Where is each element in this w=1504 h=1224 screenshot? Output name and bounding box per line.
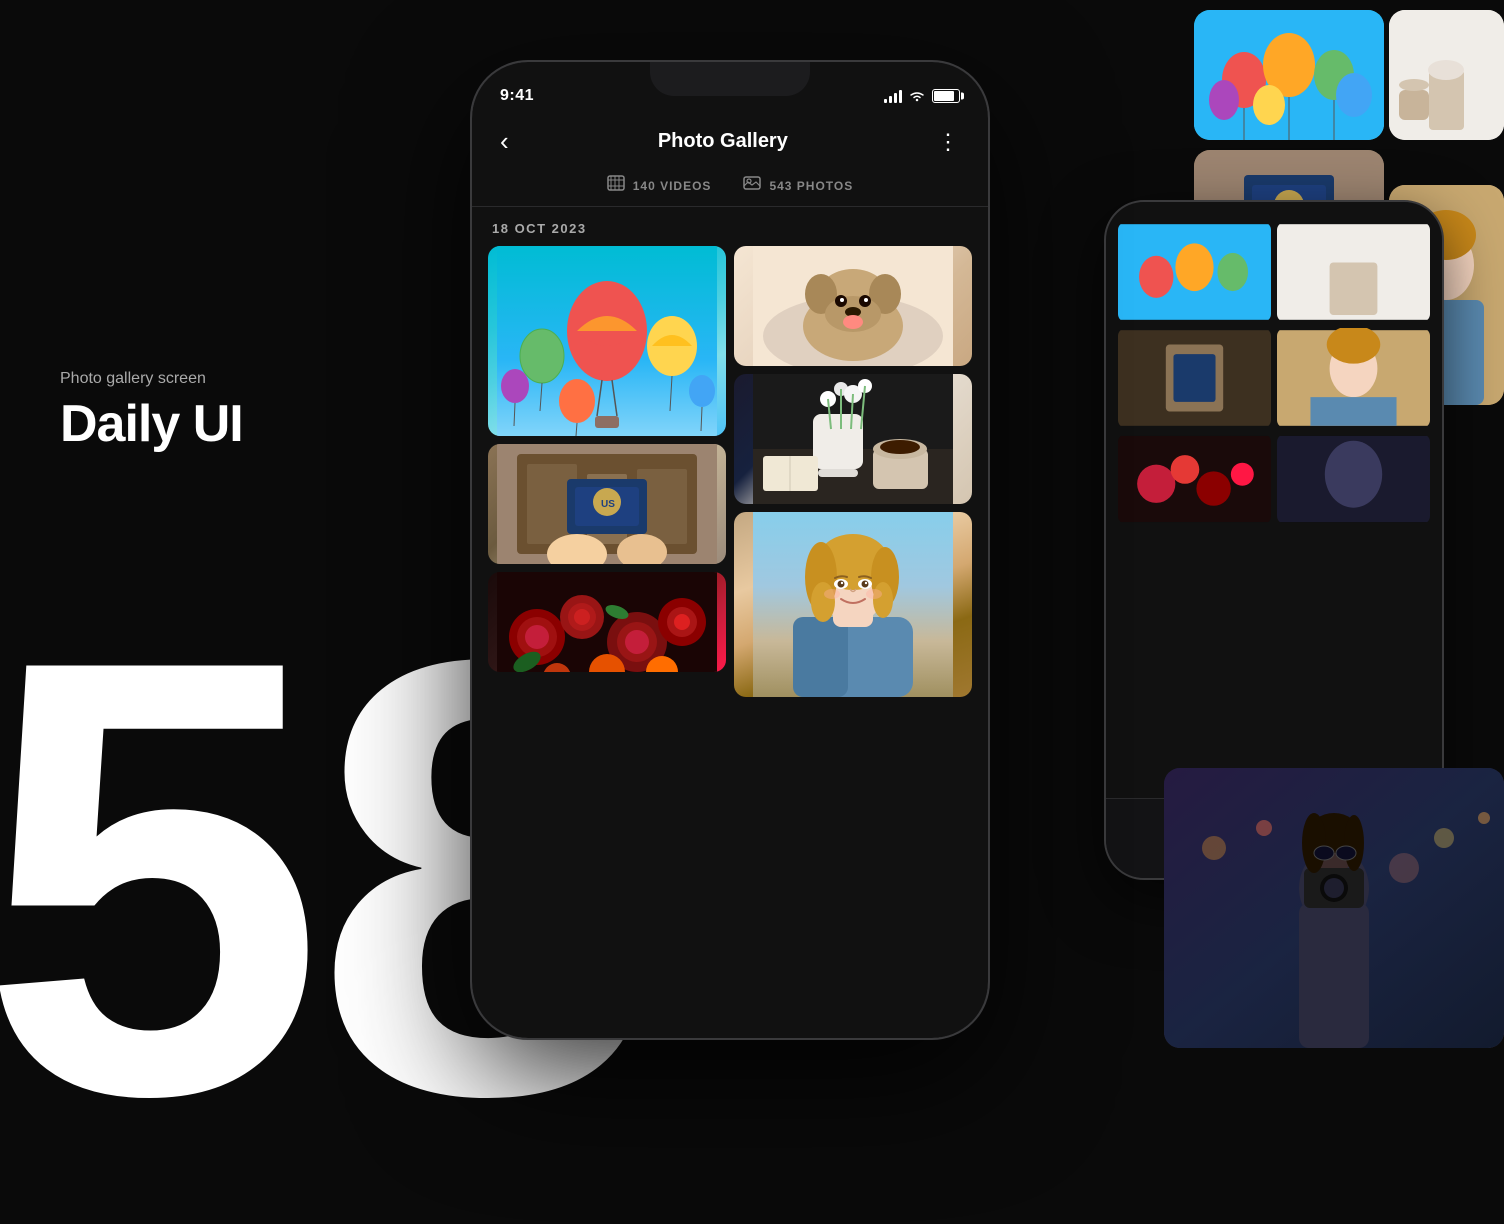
tab-bar: 140 VIDEOS 543 PHOTOS xyxy=(472,165,988,207)
videos-count: 140 VIDEOS xyxy=(633,179,712,193)
svg-text:US: US xyxy=(601,499,615,510)
camera-person-photo xyxy=(1164,768,1504,1048)
back-photo-row-3 xyxy=(1118,434,1430,524)
phone-power-btn xyxy=(988,302,990,392)
tab-videos[interactable]: 140 VIDEOS xyxy=(607,175,712,196)
phone-frame: 9:41 xyxy=(470,60,990,1040)
more-button[interactable]: ⋮ xyxy=(937,129,960,155)
photo-grid: US xyxy=(472,246,988,697)
photo-cell-flowers-vase[interactable] xyxy=(734,374,972,504)
back-photo-cell-1 xyxy=(1118,222,1271,322)
back-photo-cell-5 xyxy=(1118,434,1271,524)
battery-fill xyxy=(934,91,954,101)
battery-tip xyxy=(961,93,964,100)
photo-cell-portrait[interactable] xyxy=(734,512,972,697)
photo-content[interactable]: 18 OCT 2023 xyxy=(472,207,988,1038)
photo-column-right xyxy=(734,246,972,697)
video-icon xyxy=(607,175,625,196)
back-photo-cell-4 xyxy=(1277,328,1430,428)
date-label: 18 OCT 2023 xyxy=(472,207,988,246)
tab-photos[interactable]: 543 PHOTOS xyxy=(743,175,853,196)
phone-notch xyxy=(650,62,810,96)
signal-bar-1 xyxy=(884,99,887,103)
photo-cell-roses[interactable] xyxy=(488,572,726,672)
photo-icon xyxy=(743,175,761,196)
signal-bar-4 xyxy=(899,90,902,103)
back-photo-row-1 xyxy=(1118,222,1430,322)
photo-column-left: US xyxy=(488,246,726,697)
phone-screen: 9:41 xyxy=(472,62,988,1038)
back-photo-row-2 xyxy=(1118,328,1430,428)
battery-icon xyxy=(932,89,960,103)
signal-icon xyxy=(884,89,902,103)
wifi-icon xyxy=(908,89,926,103)
photo-cell-dog[interactable] xyxy=(734,246,972,366)
page-title: Daily UI xyxy=(60,394,243,454)
left-label-container: Photo gallery screen Daily UI xyxy=(60,370,243,454)
photos-count: 543 PHOTOS xyxy=(769,179,853,193)
gallery-title: Photo Gallery xyxy=(658,130,788,153)
back-button[interactable]: ‹ xyxy=(500,126,509,157)
status-time: 9:41 xyxy=(500,87,534,105)
photo-cell-balloons[interactable] xyxy=(488,246,726,436)
status-icons xyxy=(884,89,960,103)
back-photo-grid xyxy=(1106,202,1442,524)
bg-photo-flowers xyxy=(1389,10,1504,140)
bg-photo-balloons xyxy=(1194,10,1384,140)
navigation-bar: ‹ Photo Gallery ⋮ xyxy=(472,118,988,165)
signal-bar-2 xyxy=(889,96,892,103)
back-photo-cell-6 xyxy=(1277,434,1430,524)
back-photo-cell-2 xyxy=(1277,222,1430,322)
page-subtitle: Photo gallery screen xyxy=(60,370,243,388)
main-phone: 9:41 xyxy=(470,60,990,1040)
signal-bar-3 xyxy=(894,93,897,103)
photo-cell-passport[interactable]: US xyxy=(488,444,726,564)
back-photo-cell-3 xyxy=(1118,328,1271,428)
